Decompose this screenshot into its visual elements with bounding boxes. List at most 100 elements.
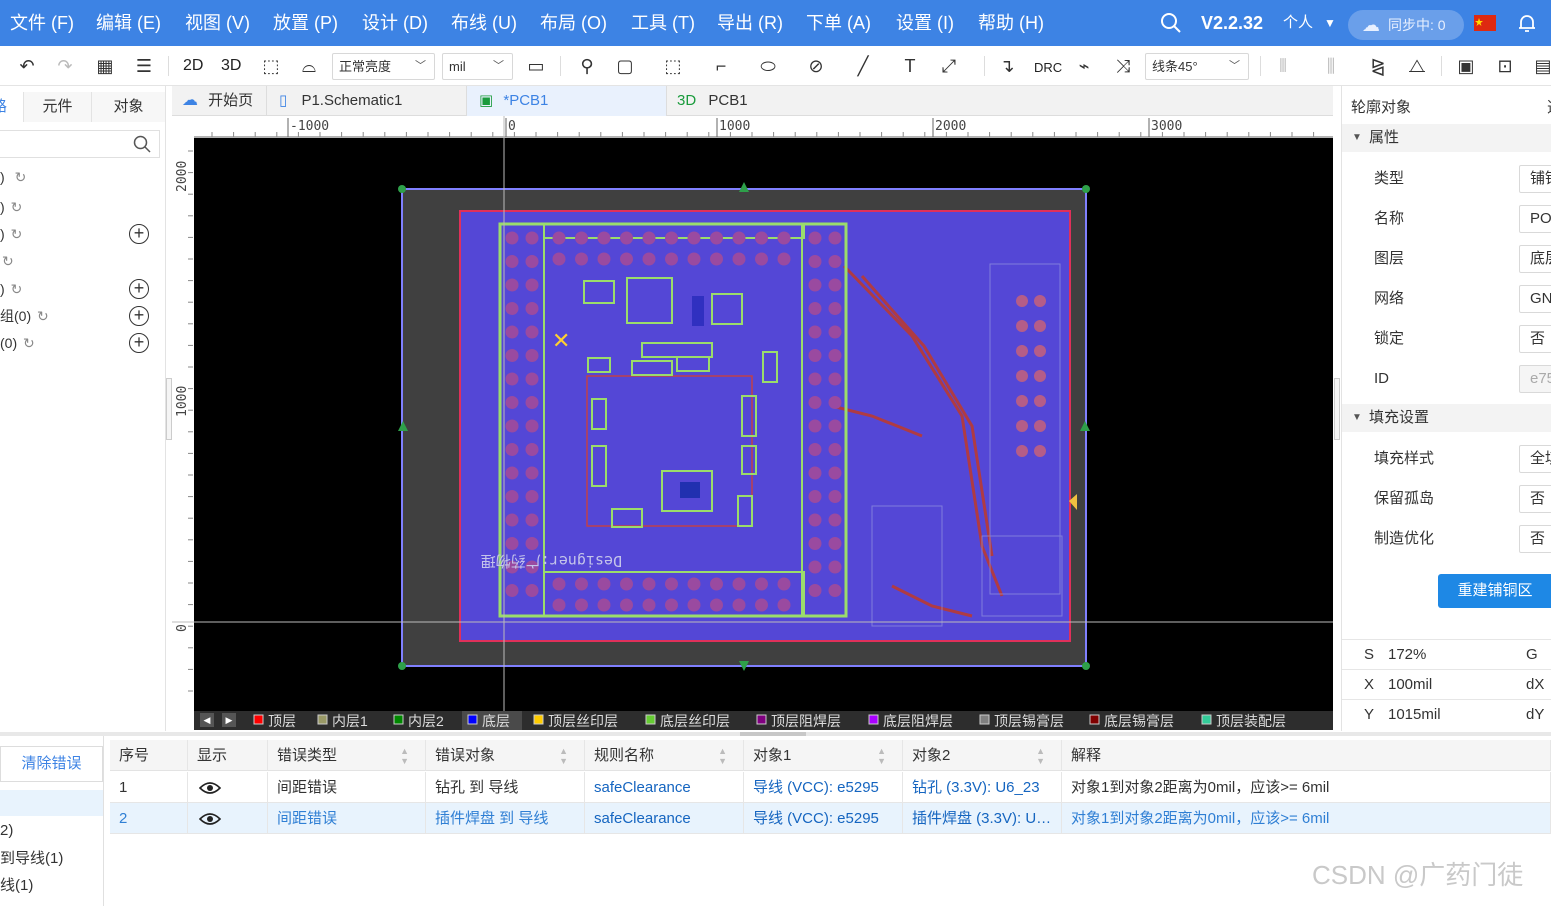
text-icon[interactable]: T	[897, 54, 923, 78]
column-header[interactable]: 对象1 ▲ ▼	[744, 740, 903, 771]
menu-item-1[interactable]: 编辑 (E)	[96, 0, 161, 46]
line-angle-select[interactable]: 线条45° ﹀	[1145, 53, 1249, 80]
layer-scroll-right-button[interactable]: ▶	[222, 713, 236, 727]
add-circle-icon[interactable]: +	[129, 333, 149, 353]
brightness-icon[interactable]: ⌓	[296, 54, 322, 78]
dashed-rect-icon[interactable]: ⬚	[660, 54, 686, 78]
layer-label[interactable]: 内层1	[332, 713, 368, 729]
layer-label[interactable]: 顶层锡膏层	[994, 713, 1064, 729]
refresh-icon[interactable]: ↻	[37, 308, 49, 324]
section-fill-settings[interactable]: ▼ 填充设置	[1342, 404, 1551, 432]
layer-label[interactable]: 顶层	[268, 713, 296, 729]
pcb-canvas-area[interactable]: -1000 0 1000 2000 3000 2000 1000 0 ✕ Des…	[172, 116, 1333, 730]
layer-color-swatch[interactable]	[756, 714, 767, 725]
tab-pcb-3d[interactable]: 3D PCB1	[667, 86, 867, 116]
menu-item-6[interactable]: 布局 (O)	[540, 0, 607, 46]
tab-route[interactable]: 路	[0, 92, 24, 122]
fill-setting-value-field[interactable]: 否	[1519, 525, 1551, 553]
bom-icon[interactable]: ▤	[1530, 54, 1551, 78]
section-properties[interactable]: ▼ 属性	[1342, 124, 1551, 152]
view-3d-button[interactable]: 3D	[221, 56, 241, 76]
menu-item-3[interactable]: 放置 (P)	[273, 0, 338, 46]
cell-rule[interactable]: safeClearance	[585, 803, 744, 834]
pcb-canvas[interactable]: -1000 0 1000 2000 3000 200010000 ✕ Desig…	[172, 116, 1333, 730]
route-icon[interactable]: ↴	[994, 54, 1020, 78]
layer-color-swatch[interactable]	[533, 714, 544, 725]
refresh-icon[interactable]: ↻	[23, 335, 35, 351]
board-image-icon[interactable]: ▭	[523, 54, 549, 78]
menu-item-8[interactable]: 导出 (R)	[717, 0, 783, 46]
left-collapse-handle[interactable]	[166, 378, 172, 440]
flip-horizontal-icon[interactable]: ⧎	[1365, 54, 1391, 78]
grid-apps-icon[interactable]: ▦	[92, 54, 118, 78]
column-header[interactable]: 对象2 ▲ ▼	[903, 740, 1062, 771]
menu-item-5[interactable]: 布线 (U)	[451, 0, 517, 46]
chevron-down-icon[interactable]: ▼	[1324, 0, 1336, 46]
error-tree-item[interactable]: 线(1)	[0, 873, 33, 899]
align-icon[interactable]: ⫴	[1270, 54, 1296, 78]
menu-item-9[interactable]: 下单 (A)	[806, 0, 871, 46]
refresh-icon[interactable]: ↻	[11, 281, 23, 297]
left-search-input[interactable]	[0, 130, 160, 158]
flip-vertical-icon[interactable]: ⧍	[1404, 54, 1430, 78]
tree-item[interactable]: ) ↻	[0, 223, 22, 245]
tree-item[interactable]: ) ↻	[0, 278, 22, 300]
search-icon[interactable]	[1160, 0, 1182, 46]
right-collapse-handle[interactable]	[1334, 378, 1340, 440]
layer-color-swatch[interactable]	[645, 714, 656, 725]
error-tree-item[interactable]: 2)	[0, 818, 13, 844]
refresh-icon[interactable]: ↻	[15, 169, 27, 185]
add-circle-icon[interactable]: +	[129, 306, 149, 326]
column-header[interactable]: 规则名称 ▲ ▼	[585, 740, 744, 771]
sync-status[interactable]: ☁ 同步中: 0	[1348, 10, 1464, 40]
layer-label[interactable]: 顶层阻焊层	[771, 713, 841, 729]
tree-item[interactable]: 组(0) ↻	[0, 305, 49, 327]
rectangle-icon[interactable]: ▢	[612, 54, 638, 78]
sort-icon[interactable]: ▲ ▼	[718, 740, 727, 766]
redo-icon[interactable]: ↷	[52, 54, 78, 78]
sort-icon[interactable]: ▲ ▼	[877, 740, 886, 766]
add-circle-icon[interactable]: +	[129, 224, 149, 244]
layer-color-swatch[interactable]	[979, 714, 990, 725]
menu-item-10[interactable]: 设置 (I)	[896, 0, 954, 46]
fill-setting-value-field[interactable]: 否	[1519, 485, 1551, 513]
menu-item-7[interactable]: 工具 (T)	[631, 0, 695, 46]
tree-item[interactable]: ) ↻	[0, 196, 22, 218]
error-tree-item[interactable]: 到导线(1)	[0, 846, 63, 872]
sort-icon[interactable]: ▲ ▼	[1036, 740, 1045, 766]
menu-item-4[interactable]: 设计 (D)	[362, 0, 428, 46]
cell-rule[interactable]: safeClearance	[585, 772, 744, 803]
tab-components[interactable]: 元件	[24, 92, 92, 122]
menu-item-2[interactable]: 视图 (V)	[185, 0, 250, 46]
column-header[interactable]: 错误对象 ▲ ▼	[426, 740, 585, 771]
brightness-select[interactable]: 正常亮度 ﹀	[332, 53, 435, 80]
panel-resize-handle[interactable]	[740, 732, 806, 736]
list-search-icon[interactable]: ☰	[131, 54, 157, 78]
layer-color-swatch[interactable]	[253, 714, 264, 725]
cell-obj1[interactable]: 导线 (VCC): e5295	[744, 803, 903, 834]
dimension-icon[interactable]: ⤢	[936, 54, 962, 78]
ellipse-icon[interactable]: ⬭	[755, 54, 781, 78]
clear-errors-button[interactable]: 清除错误	[0, 746, 103, 782]
export-icon[interactable]: ⊡	[1492, 54, 1518, 78]
visibility-eye-icon[interactable]	[188, 772, 268, 803]
cell-obj2[interactable]: 插件焊盘 (3.3V): U…	[903, 803, 1062, 834]
tab-pcb-active[interactable]: ▣ *PCB1	[467, 86, 667, 116]
property-value-field[interactable]: GN	[1519, 285, 1551, 313]
distribute-icon[interactable]: ⫼	[1318, 54, 1344, 78]
fork-icon[interactable]: ⤨	[1110, 54, 1136, 78]
layer-color-swatch[interactable]	[868, 714, 879, 725]
menu-item-11[interactable]: 帮助 (H)	[978, 0, 1044, 46]
add-circle-icon[interactable]: +	[129, 279, 149, 299]
tab-objects[interactable]: 对象	[92, 92, 166, 122]
column-header[interactable]: 错误类型 ▲ ▼	[268, 740, 426, 771]
account-label[interactable]: 个人	[1283, 0, 1313, 46]
unit-select[interactable]: mil ﹀	[442, 53, 513, 80]
layer-color-swatch[interactable]	[393, 714, 404, 725]
layer-label[interactable]: 顶层丝印层	[548, 713, 618, 729]
layer-color-swatch[interactable]	[317, 714, 328, 725]
refresh-icon[interactable]: ↻	[11, 199, 23, 215]
layer-label[interactable]: 底层	[482, 713, 510, 729]
view-2d-button[interactable]: 2D	[183, 56, 203, 76]
cell-obj2[interactable]: 钻孔 (3.3V): U6_23	[903, 772, 1062, 803]
